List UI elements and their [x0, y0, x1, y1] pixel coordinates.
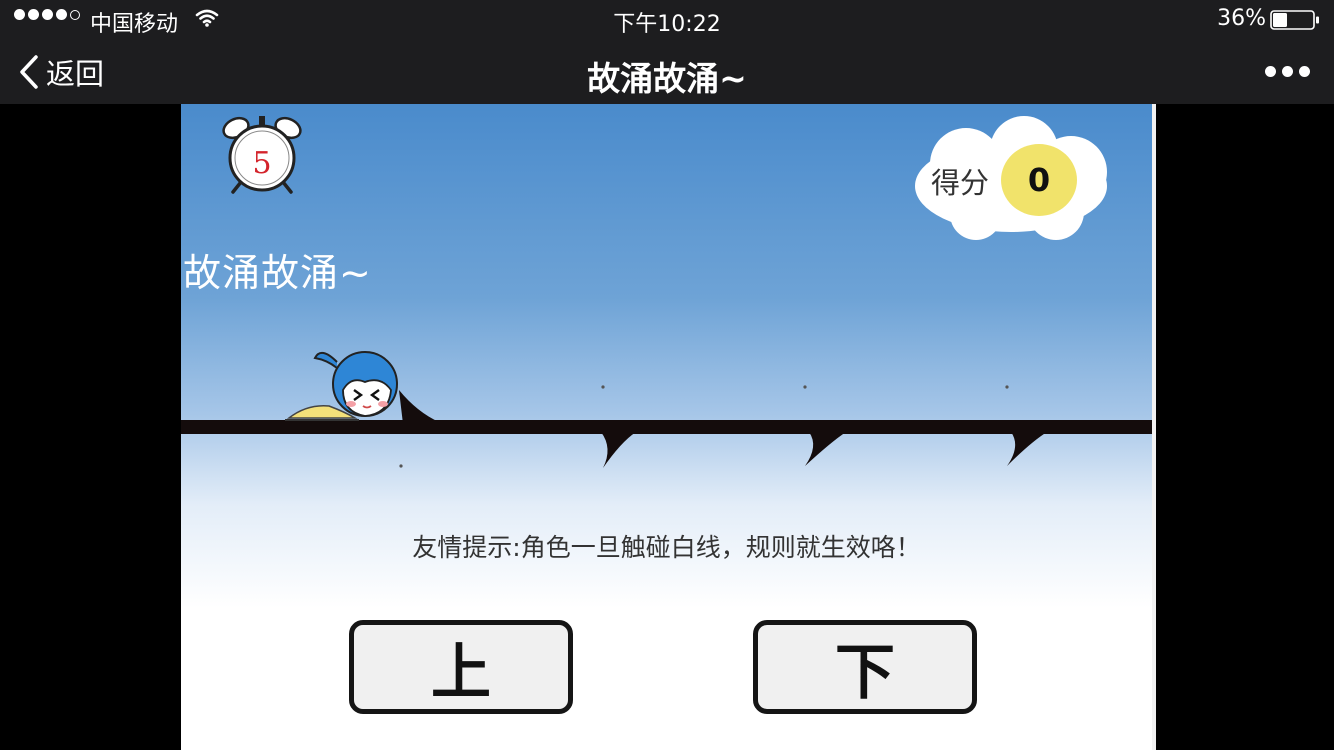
down-button[interactable]: 下: [753, 620, 977, 714]
game-title: 故涌故涌~: [183, 251, 372, 295]
score-label: 得分: [931, 166, 990, 200]
game-right-edge: [1152, 104, 1156, 750]
nav-bar: 返回 故涌故涌~: [0, 40, 1334, 104]
score-value: 0: [1027, 161, 1051, 199]
status-time: 下午10:22: [613, 12, 721, 37]
down-button-label: 下: [835, 637, 895, 708]
status-bar: 中国移动 下午10:22 36%: [0, 0, 1334, 40]
more-icon-dot: [1299, 66, 1310, 77]
more-icon-dot: [1282, 66, 1293, 77]
up-button-label: 上: [431, 637, 491, 708]
up-button[interactable]: 上: [349, 620, 573, 714]
more-icon-dot: [1265, 66, 1276, 77]
timer-value: 5: [252, 146, 272, 181]
hint-text: 友情提示:角色一旦触碰白线，规则就生效咯！: [412, 533, 921, 562]
score-badge: 0: [1001, 144, 1077, 216]
battery-icon: [1270, 10, 1319, 30]
battery-percentage: 36%: [1217, 6, 1266, 31]
page-title: 故涌故涌~: [587, 59, 747, 98]
more-options-button[interactable]: [1259, 66, 1310, 77]
player-character: [285, 351, 398, 421]
game-canvas[interactable]: 5 故涌故涌~ 得分 0 友情提示:角色一旦触碰白线，规则就生效咯！ 上 下: [181, 104, 1152, 750]
